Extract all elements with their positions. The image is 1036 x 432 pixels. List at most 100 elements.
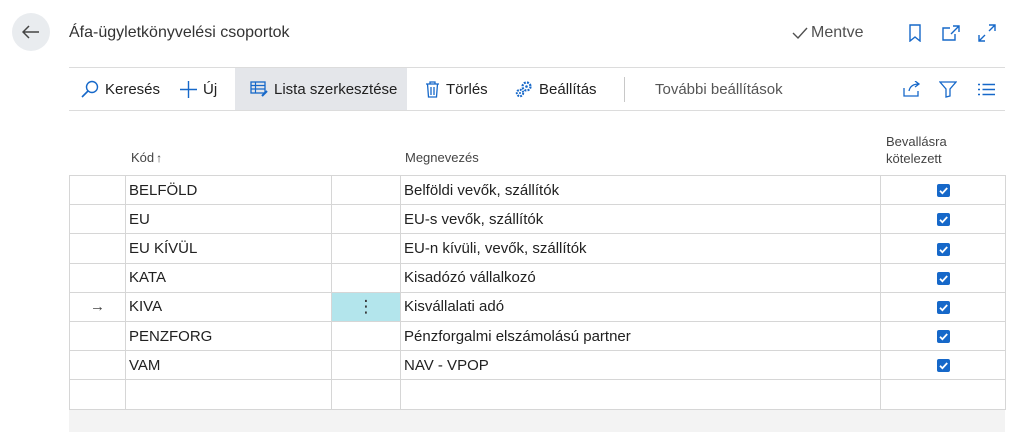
checkmark-icon (938, 187, 948, 195)
open-new-window-button[interactable] (940, 22, 962, 44)
search-label: Keresés (105, 80, 161, 98)
search-icon (81, 80, 99, 98)
row-actions-cell[interactable]: ⋮ (331, 291, 401, 322)
required-checkbox[interactable] (936, 330, 950, 344)
row-actions-cell[interactable] (331, 204, 401, 235)
row-actions-cell[interactable] (331, 174, 401, 206)
table-row[interactable]: PENZFORG Pénzforgalmi elszámolású partner (69, 320, 1006, 352)
required-checkbox[interactable] (936, 271, 950, 285)
row-actions-cell[interactable] (331, 233, 401, 264)
checkmark-icon (938, 216, 948, 224)
cell-name[interactable]: NAV - VPOP (400, 350, 881, 381)
delete-button[interactable]: Törlés (425, 68, 488, 110)
row-indicator[interactable] (69, 320, 126, 352)
page-title: Áfa-ügyletkönyvelési csoportok (69, 24, 290, 41)
arrow-left-icon (22, 25, 39, 39)
row-actions-cell[interactable] (331, 379, 401, 410)
trash-icon (426, 80, 439, 98)
list-view-button[interactable] (975, 78, 997, 100)
cell-name[interactable]: Pénzforgalmi elszámolású partner (400, 320, 881, 352)
row-indicator[interactable] (69, 379, 126, 410)
row-indicator[interactable] (69, 174, 126, 206)
required-checkbox[interactable] (936, 184, 950, 198)
required-checkbox[interactable] (936, 300, 950, 314)
table-row[interactable]: EU KÍVÜL EU-n kívüli, vevők, szállítók (69, 233, 1006, 264)
checkmark-icon (938, 275, 948, 283)
gears-icon (515, 81, 532, 98)
saved-label: Mentve (811, 24, 864, 41)
table-row[interactable]: EU EU-s vevők, szállítók (69, 204, 1006, 235)
row-indicator[interactable] (69, 262, 126, 293)
cell-code[interactable] (125, 379, 332, 410)
sort-ascending-icon: ↑ (156, 151, 163, 165)
table-row-empty[interactable] (69, 379, 1006, 410)
settings-button[interactable]: Beállítás (515, 68, 597, 110)
open-in-new-window-icon (942, 25, 960, 41)
bookmark-icon (909, 24, 921, 42)
cell-required (880, 262, 1006, 293)
list-icon (977, 83, 995, 95)
back-button[interactable] (12, 13, 50, 51)
cell-code[interactable]: VAM (125, 350, 332, 381)
checkmark-icon (938, 245, 948, 253)
cell-code[interactable]: BELFÖLD (125, 174, 332, 206)
new-label: Új (203, 80, 218, 98)
search-button[interactable]: Keresés (81, 68, 160, 110)
cell-name[interactable]: Kisadózó vállalkozó (400, 262, 881, 293)
cell-required (880, 350, 1006, 381)
filter-button[interactable] (937, 78, 959, 100)
cell-required (880, 291, 1006, 322)
column-header-required-line1: Bevallásra (886, 134, 947, 149)
cell-required (880, 204, 1006, 235)
data-grid: BELFÖLD Belföldi vevők, szállítók EU EU-s v… (69, 174, 1006, 410)
column-header-required[interactable]: Bevallásra kötelezett (886, 133, 1004, 167)
column-header-code[interactable]: Kód ↑ (131, 150, 162, 165)
table-row[interactable]: VAM NAV - VPOP (69, 350, 1006, 381)
row-indicator[interactable] (69, 350, 126, 381)
row-actions-cell[interactable] (331, 262, 401, 293)
cell-code[interactable]: KATA (125, 262, 332, 293)
cell-code[interactable]: EU KÍVÜL (125, 233, 332, 264)
row-menu-icon[interactable]: ⋮ (358, 297, 375, 316)
grid-footer (69, 410, 1005, 432)
new-button[interactable]: Új (180, 68, 217, 110)
action-bar: Keresés Új Lista szerkesztése Törlés Beá… (69, 67, 1005, 111)
cell-name[interactable]: EU-s vevők, szállítók (400, 204, 881, 235)
plus-icon (180, 80, 197, 98)
table-row[interactable]: → KIVA ⋮ Kisvállalati adó (69, 291, 1006, 322)
cell-required (880, 174, 1006, 206)
cell-name[interactable]: Belföldi vevők, szállítók (400, 174, 881, 206)
expand-button[interactable] (976, 22, 998, 44)
edit-list-button[interactable]: Lista szerkesztése (235, 68, 407, 110)
row-actions-cell[interactable] (331, 320, 401, 352)
row-indicator[interactable] (69, 233, 126, 264)
action-divider (624, 77, 625, 102)
required-checkbox[interactable] (936, 213, 950, 227)
row-actions-cell[interactable] (331, 350, 401, 381)
cell-code[interactable]: KIVA (125, 291, 332, 322)
table-row[interactable]: KATA Kisadózó vállalkozó (69, 262, 1006, 293)
cell-required (880, 379, 1006, 410)
table-row[interactable]: BELFÖLD Belföldi vevők, szállítók (69, 174, 1006, 206)
checkmark-icon (938, 304, 948, 312)
filter-icon (939, 80, 957, 98)
cell-code[interactable]: PENZFORG (125, 320, 332, 352)
cell-name[interactable] (400, 379, 881, 410)
cell-name[interactable]: Kisvállalati adó (400, 291, 881, 322)
required-checkbox[interactable] (936, 242, 950, 256)
current-row-arrow-icon: → (90, 298, 105, 316)
more-options-button[interactable]: További beállítások (655, 68, 783, 110)
row-indicator[interactable] (69, 204, 126, 235)
bookmark-button[interactable] (904, 22, 926, 44)
share-button[interactable] (901, 78, 923, 100)
required-checkbox[interactable] (936, 359, 950, 373)
checkmark-icon (938, 333, 948, 341)
delete-label: Törlés (446, 80, 488, 98)
cell-code[interactable]: EU (125, 204, 332, 235)
expand-icon (978, 24, 996, 42)
column-header-name[interactable]: Megnevezés (405, 150, 479, 165)
cell-name[interactable]: EU-n kívüli, vevők, szállítók (400, 233, 881, 264)
row-indicator[interactable]: → (69, 291, 126, 322)
column-header-code-label: Kód (131, 150, 155, 165)
cell-required (880, 233, 1006, 264)
